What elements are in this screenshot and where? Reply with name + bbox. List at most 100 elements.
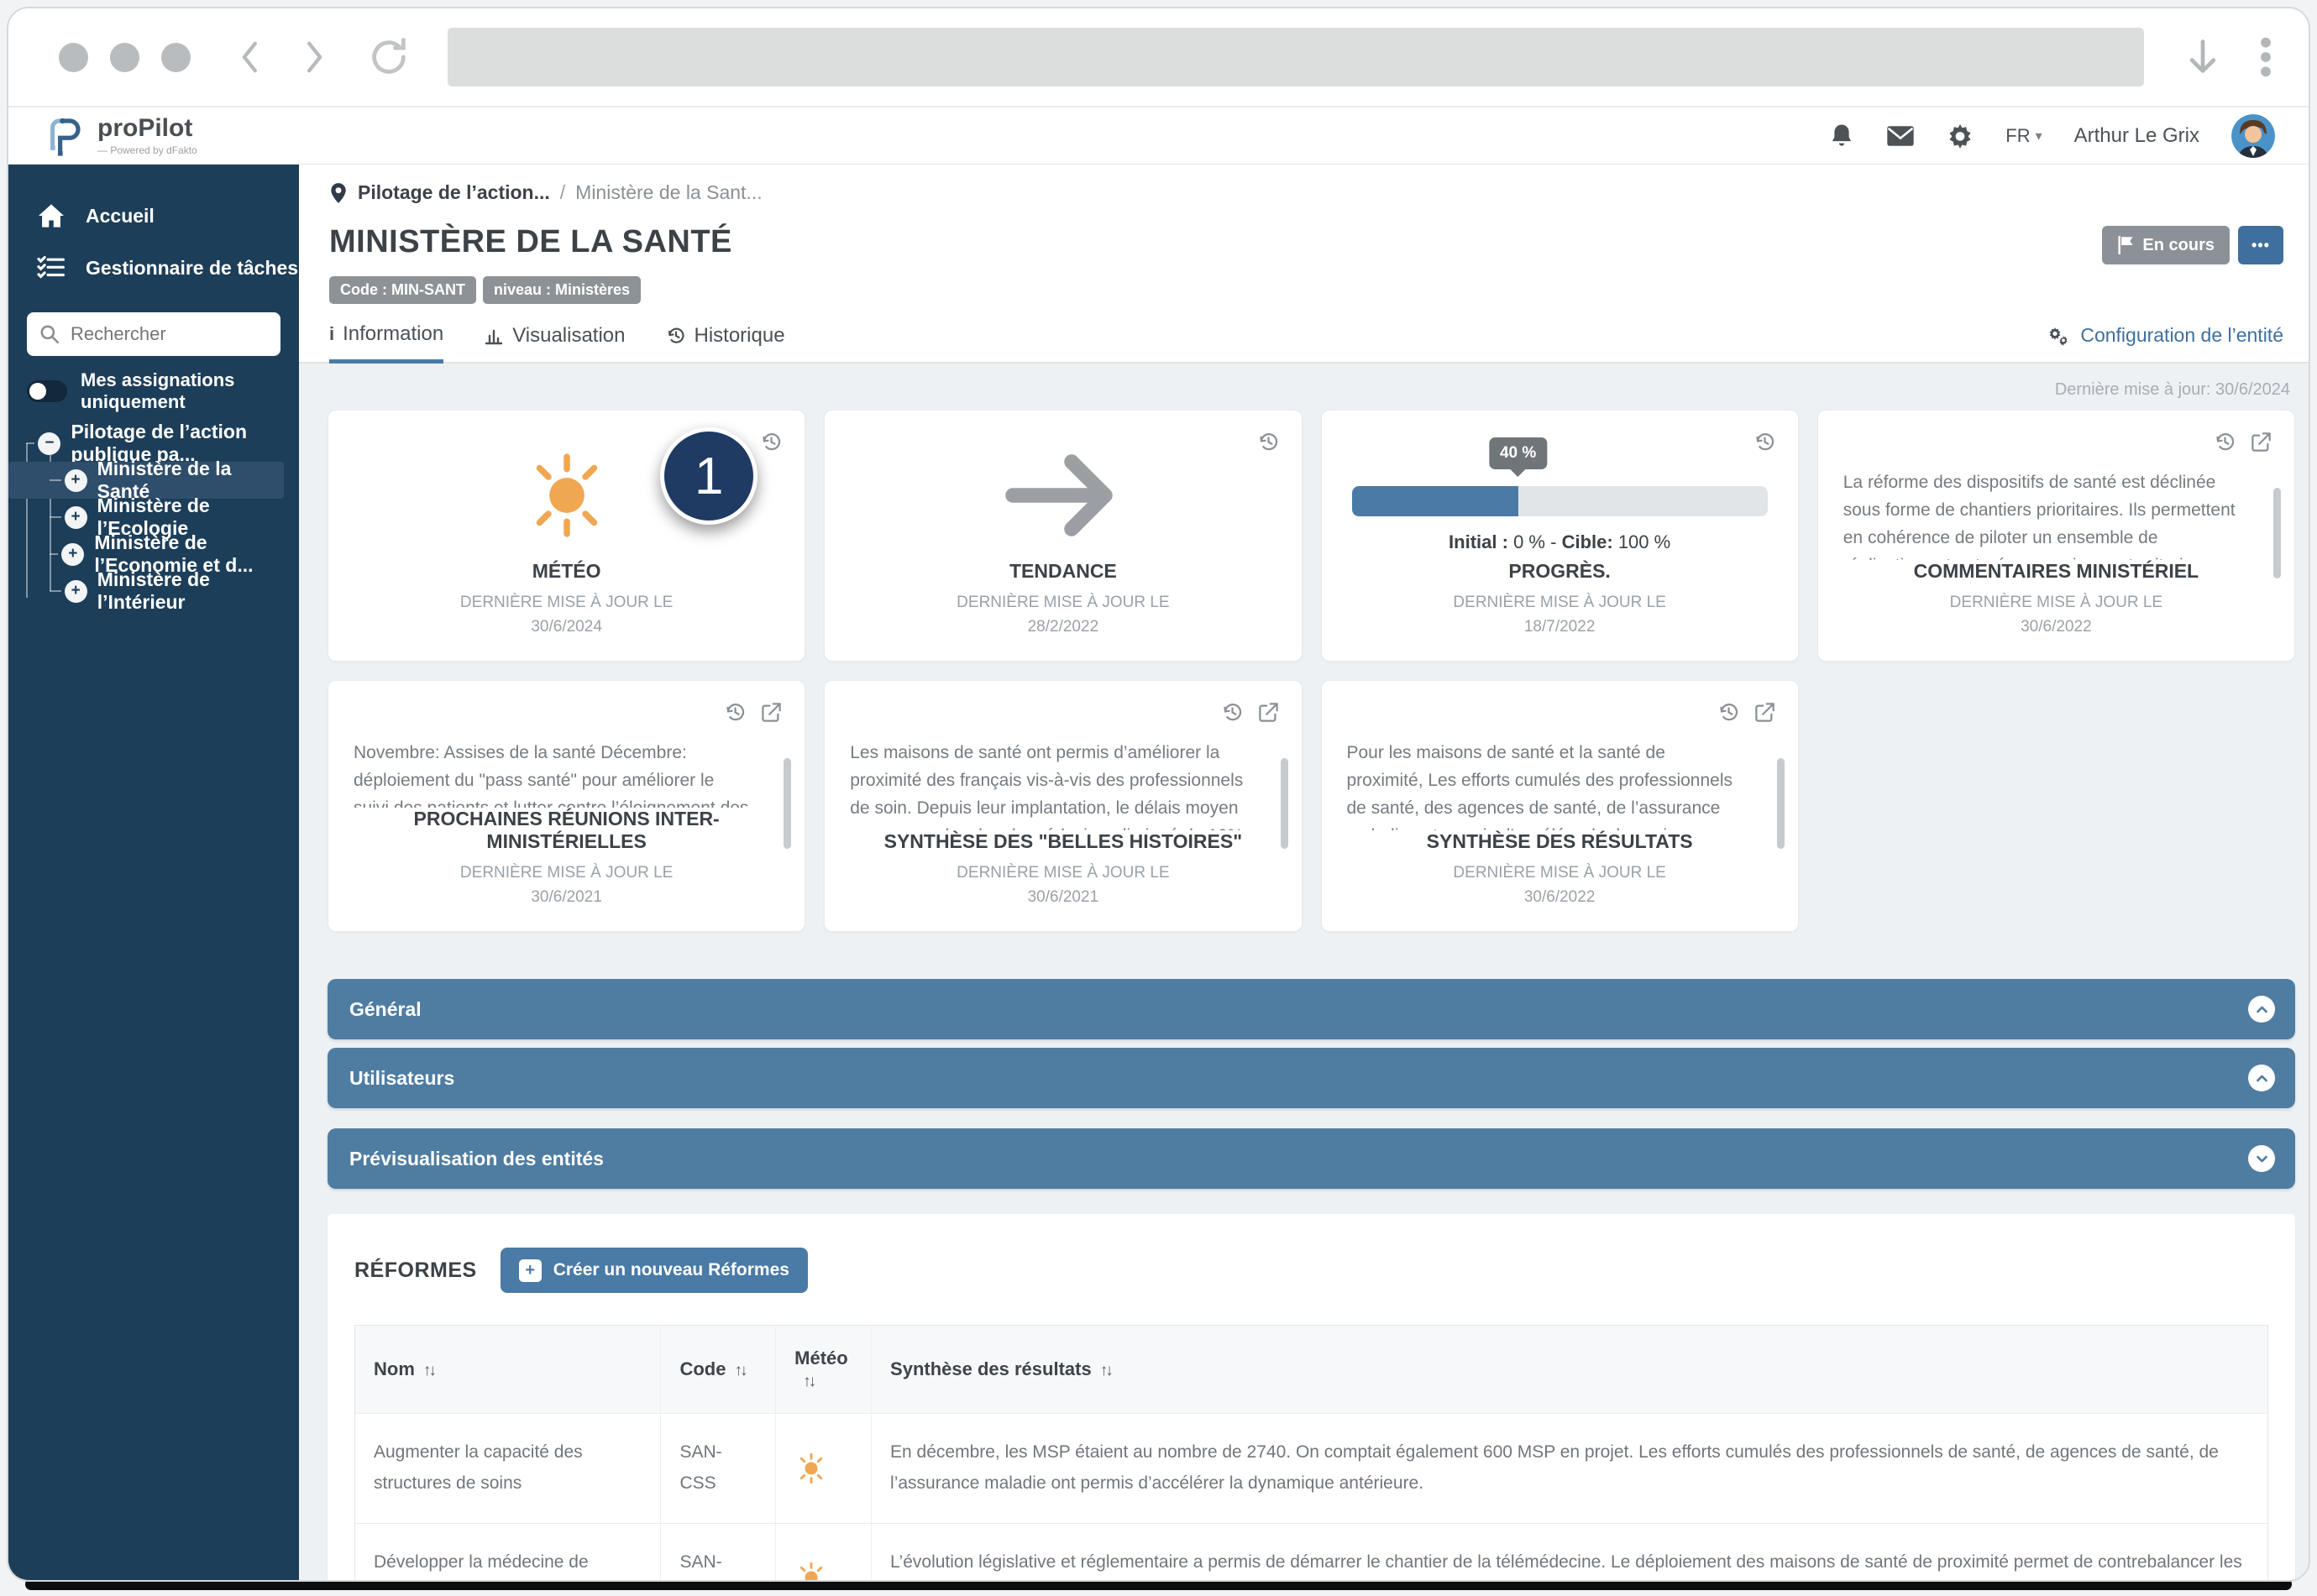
browser-menu-icon[interactable] <box>2260 35 2272 79</box>
tab-information[interactable]: i Information <box>329 322 443 364</box>
chevron-up-icon[interactable] <box>2248 1065 2275 1091</box>
card-footer: PROCHAINES RÉUNIONS INTER-MINISTÉRIELLES… <box>354 808 779 909</box>
history-icon[interactable] <box>724 701 747 724</box>
sort-icon[interactable]: ↑↓ <box>734 1362 745 1379</box>
window-maximize-icon[interactable] <box>161 43 191 72</box>
expand-node-icon[interactable]: + <box>65 506 87 529</box>
settings-gear-icon[interactable] <box>1947 123 1974 149</box>
card-footer: MÉTÉO DERNIÈRE MISE À JOUR LE 30/6/2024 <box>354 560 779 639</box>
history-icon[interactable] <box>760 431 783 453</box>
column-header-nom[interactable]: Nom↑↓ <box>355 1326 661 1414</box>
app-tagline: — Powered by dFakto <box>97 144 197 156</box>
messages-envelope-icon[interactable] <box>1886 124 1915 148</box>
sidebar-item-accueil[interactable]: Accueil <box>8 190 299 242</box>
sidebar-item-label: Gestionnaire de tâches <box>86 257 298 280</box>
tab-visualisation[interactable]: Visualisation <box>484 322 625 362</box>
history-icon[interactable] <box>1221 701 1244 724</box>
sort-icon[interactable]: ↑↓ <box>1100 1362 1111 1379</box>
tab-label: Information <box>343 322 443 346</box>
forward-icon[interactable] <box>296 35 330 79</box>
history-icon[interactable] <box>1257 431 1280 453</box>
reforme-name-link[interactable]: Développer la médecine de proximité <box>355 1523 661 1582</box>
tree-node-ministere-economie[interactable]: + Ministère de l’Economie et d... <box>8 536 299 573</box>
user-avatar[interactable] <box>2231 114 2275 158</box>
scrollbar[interactable] <box>1281 758 1288 849</box>
scrollbar[interactable] <box>1777 758 1785 849</box>
updated-date: 18/7/2022 <box>1524 618 1596 636</box>
trend-right-arrow-icon <box>1000 449 1126 542</box>
tree-node-ministere-sante[interactable]: + Ministère de la Santé <box>8 462 284 499</box>
create-reforme-button[interactable]: + Créer un nouveau Réformes <box>501 1248 808 1293</box>
refresh-icon[interactable] <box>367 35 411 79</box>
header-actions: FR ▾ Arthur Le Grix <box>1829 114 2275 158</box>
toggle-knob <box>29 383 46 400</box>
card-actions <box>760 431 783 453</box>
sidebar-item-gestionnaire-taches[interactable]: Gestionnaire de tâches <box>8 242 299 294</box>
more-options-button[interactable]: ••• <box>2238 226 2283 264</box>
scrollbar[interactable] <box>2273 488 2281 578</box>
scrollbar[interactable] <box>784 758 791 849</box>
window-minimize-icon[interactable] <box>110 43 139 72</box>
range-separator: - <box>1550 531 1556 552</box>
progress-tooltip-row: 40 % <box>1352 437 1768 476</box>
url-bar[interactable] <box>448 28 2144 86</box>
screenshot-stage: proPilot — Powered by dFakto FR ▾ <box>0 0 2317 1596</box>
tree-connector <box>50 553 58 555</box>
history-icon[interactable] <box>1717 701 1740 724</box>
back-icon[interactable] <box>234 35 268 79</box>
assignments-toggle[interactable] <box>27 380 67 402</box>
info-icon: i <box>329 323 334 345</box>
propilot-logo-icon <box>40 113 86 159</box>
summary-cards-row-2: Novembre: Assises de la santé Décembre: … <box>328 680 2295 932</box>
tabs: i Information Visualisation <box>329 322 785 362</box>
chevron-down-icon[interactable] <box>2248 1145 2275 1172</box>
progress-zone: 40 % Initial : 0 % - Cible: <box>1347 431 1773 560</box>
column-header-meteo[interactable]: Météo ↑↓ <box>776 1326 872 1414</box>
card-body-text: Pour les maisons de santé et la santé de… <box>1347 740 1773 830</box>
column-header-synthese[interactable]: Synthèse des résultats↑↓ <box>872 1326 2268 1414</box>
tree-node-ministere-ecologie[interactable]: + Ministère de l’Ecologie <box>8 499 299 536</box>
card-commentaires-ministeriel: La réforme des dispositifs de santé est … <box>1817 410 2295 662</box>
expand-node-icon[interactable]: + <box>65 580 87 603</box>
notifications-bell-icon[interactable] <box>1829 123 1854 149</box>
tab-historique[interactable]: Historique <box>666 322 785 362</box>
entity-configuration-link[interactable]: Configuration de l’entité <box>2047 324 2283 362</box>
expand-node-icon[interactable]: + <box>61 543 84 566</box>
download-icon[interactable] <box>2184 35 2221 79</box>
column-header-code[interactable]: Code↑↓ <box>661 1326 776 1414</box>
step-annotation-badge: 1 <box>660 427 757 525</box>
card-synthese-resultats: Pour les maisons de santé et la santé de… <box>1321 680 1799 932</box>
breadcrumb: Pilotage de l’action... / Ministère de l… <box>329 181 2283 204</box>
config-link-label: Configuration de l’entité <box>2080 324 2283 347</box>
status-en-cours-button[interactable]: En cours <box>2102 226 2230 264</box>
accordion-previsualisation[interactable]: Prévisualisation des entités <box>328 1128 2295 1189</box>
sort-icon[interactable]: ↑↓ <box>803 1373 814 1390</box>
window-close-icon[interactable] <box>59 43 88 72</box>
user-name[interactable]: Arthur Le Grix <box>2074 124 2199 148</box>
tree-connector <box>50 479 61 481</box>
search-input[interactable] <box>71 323 312 345</box>
language-selector[interactable]: FR ▾ <box>2005 125 2042 147</box>
card-title: COMMENTAIRES MINISTÉRIEL <box>1843 560 2269 583</box>
accordion-utilisateurs[interactable]: Utilisateurs <box>328 1048 2295 1108</box>
reforme-name-link[interactable]: Augmenter la capacité des structures de … <box>355 1414 661 1524</box>
breadcrumb-level1[interactable]: Pilotage de l’action... <box>358 181 550 204</box>
external-link-icon[interactable] <box>1753 701 1776 724</box>
tree-node-pilotage[interactable]: − Pilotage de l’action publique pa... <box>8 425 299 462</box>
card-body-text: Les maisons de santé ont permis d’amélio… <box>850 740 1276 830</box>
chevron-up-icon[interactable] <box>2248 996 2275 1023</box>
tree-node-ministere-interieur[interactable]: + Ministère de l’Intérieur <box>8 573 299 610</box>
breadcrumb-level2[interactable]: Ministère de la Sant... <box>575 181 762 204</box>
app-logo[interactable]: proPilot — Powered by dFakto <box>40 113 197 159</box>
history-icon[interactable] <box>2214 431 2236 453</box>
external-link-icon[interactable] <box>1257 701 1280 724</box>
external-link-icon[interactable] <box>760 701 783 724</box>
table-row: Développer la médecine de proximité SAN-… <box>355 1523 2268 1582</box>
accordion-general[interactable]: Général <box>328 979 2295 1039</box>
external-link-icon[interactable] <box>2250 431 2272 453</box>
collapse-node-icon[interactable]: − <box>38 432 60 455</box>
expand-node-icon[interactable]: + <box>65 469 87 492</box>
information-panel: Dernière mise à jour: 30/6/2024 1 <box>299 364 2309 1582</box>
card-title: SYNTHÈSE DES "BELLES HISTOIRES" <box>850 830 1276 853</box>
sort-icon[interactable]: ↑↓ <box>423 1362 434 1379</box>
